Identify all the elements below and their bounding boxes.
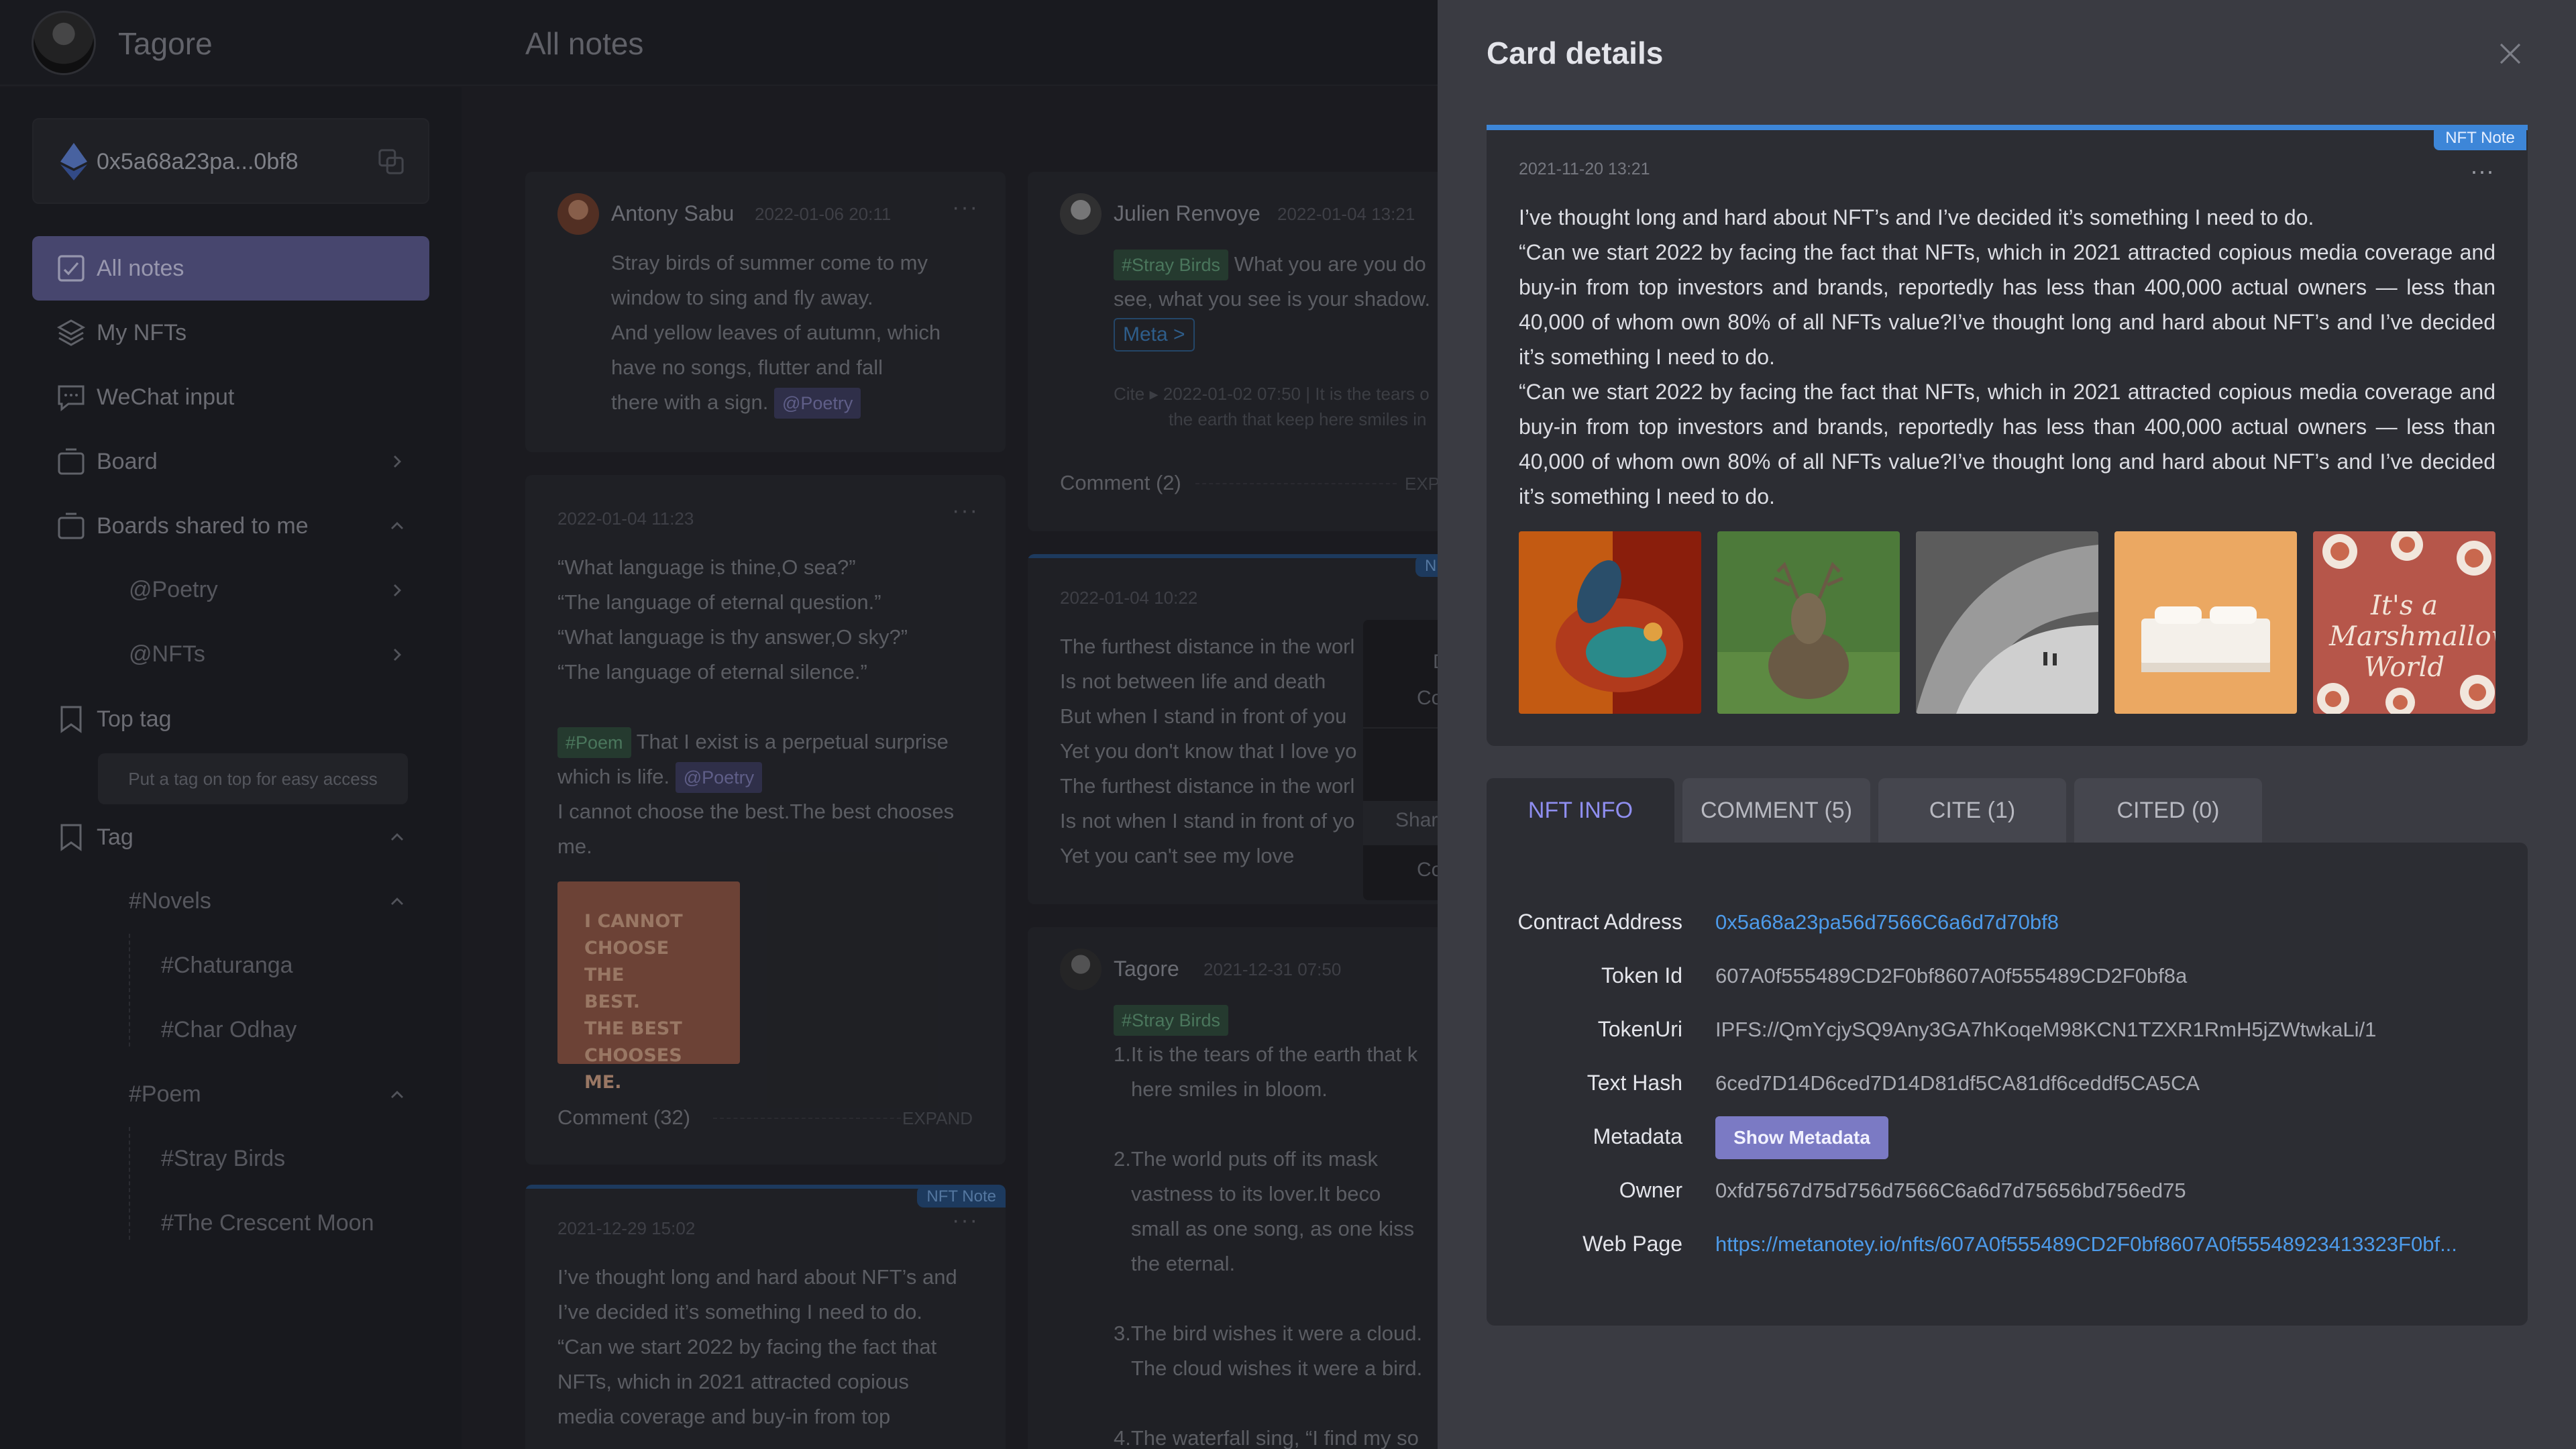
drawer-title: Card details <box>1487 36 1664 70</box>
token-uri-label: TokenUri <box>1597 1017 1682 1041</box>
nft-topbar <box>1487 125 2528 130</box>
owner-value: 0xfd7567d75d756d7566C6a6d7d75656bd756ed7… <box>1715 1179 2186 1202</box>
token-uri-value: IPFS://QmYcjySQ9Any3GA7hKoqeM98KCN1TZXR1… <box>1715 1018 2377 1041</box>
nft-badge: NFT Note <box>2434 126 2526 150</box>
tab-cited[interactable]: CITED (0) <box>2074 778 2262 843</box>
modal-overlay[interactable] <box>0 0 1438 1449</box>
image-thumbnail-architecture[interactable] <box>1916 531 2098 714</box>
contract-address-link[interactable]: 0x5a68a23pa56d7566C6a6d7d70bf8 <box>1715 910 2059 934</box>
image-thumbnail-deer[interactable] <box>1717 531 1900 714</box>
image-caption: It's a Marshmallow World <box>2329 590 2496 683</box>
note-body: I’ve thought long and hard about NFT’s a… <box>1519 205 2496 508</box>
image-thumbnail-ring[interactable] <box>1519 531 1701 714</box>
token-id-label: Token Id <box>1601 963 1682 987</box>
note-date: 2021-11-20 13:21 <box>1519 160 1650 178</box>
web-page-label: Web Page <box>1582 1232 1682 1256</box>
tab-cite[interactable]: CITE (1) <box>1878 778 2066 843</box>
image-thumbnail-marshmallow[interactable]: It's a Marshmallow World <box>2313 531 2496 714</box>
tab-comment[interactable]: COMMENT (5) <box>1682 778 1870 843</box>
close-icon[interactable] <box>2497 40 2524 67</box>
owner-label: Owner <box>1619 1178 1682 1202</box>
metadata-label: Metadata <box>1593 1124 1682 1148</box>
image-thumbnail-bed[interactable] <box>2114 531 2297 714</box>
web-page-link[interactable]: https://metanotey.io/nfts/607A0f555489CD… <box>1715 1232 2493 1256</box>
token-id-value: 607A0f555489CD2F0bf8607A0f555489CD2F0bf8… <box>1715 964 2188 987</box>
contract-address-label: Contract Address <box>1517 910 1682 934</box>
text-hash-value: 6ced7D14D6ced7D14D81df5CA81df6ceddf5CA5C… <box>1715 1071 2200 1095</box>
text-hash-label: Text Hash <box>1587 1071 1682 1095</box>
show-metadata-button[interactable]: Show Metadata <box>1715 1116 1888 1159</box>
more-icon[interactable]: ··· <box>2470 157 2494 185</box>
tab-nft-info[interactable]: NFT INFO <box>1487 778 1674 843</box>
